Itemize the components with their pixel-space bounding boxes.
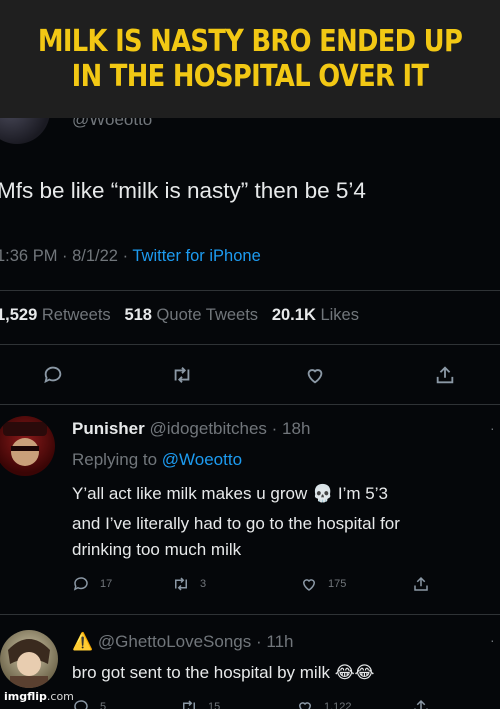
reply-button[interactable]	[38, 360, 68, 390]
reply-text-line: and I’ve literally had to go to the hosp…	[72, 514, 400, 533]
like-button[interactable]	[300, 360, 330, 390]
author-avatar[interactable]	[0, 118, 50, 144]
tweet-text: Mfs be like “milk is nasty” then be 5’4	[0, 178, 366, 203]
replying-to: Replying to @Woeotto	[72, 450, 242, 470]
reply-time: · 18h	[266, 419, 311, 438]
likes-label[interactable]: Likes	[316, 306, 359, 324]
replying-to-prefix: Replying to	[72, 450, 162, 469]
punisher-avatar-art-icon	[3, 422, 47, 466]
share-button[interactable]	[412, 698, 430, 709]
like-count: 1,122	[324, 701, 352, 709]
tweet-time-date: 1:36 PM · 8/1/22 ·	[0, 247, 133, 265]
retweet-icon	[175, 577, 187, 591]
reply-count: 17	[100, 578, 113, 590]
retweet-icon	[183, 700, 195, 709]
like-count-button[interactable]: 175	[300, 575, 346, 593]
retweets-label[interactable]: Retweets	[37, 306, 111, 324]
reply-avatar-ghettolovesongs[interactable]	[0, 630, 58, 688]
anime-avatar-art-icon	[8, 639, 50, 688]
imgflip-watermark: imgflip.com	[4, 690, 74, 703]
tweet-meta: 1:36 PM · 8/1/22 · Twitter for iPhone	[0, 247, 261, 266]
divider	[0, 290, 500, 291]
reply-avatar-punisher[interactable]	[0, 416, 55, 476]
share-icon	[436, 366, 454, 384]
warning-icon: ⚠️	[72, 632, 94, 651]
retweet-count: 15	[208, 701, 221, 709]
retweet-count: 3	[200, 578, 207, 590]
tweet-screenshot: @Woeotto Mfs be like “milk is nasty” the…	[0, 118, 500, 709]
retweet-button[interactable]	[167, 360, 197, 390]
more-options-icon[interactable]: ·	[490, 420, 495, 436]
like-count: 175	[328, 578, 347, 590]
meme-caption: MILK IS NASTY BRO ENDED UP IN THE HOSPIT…	[37, 24, 463, 94]
share-icon	[414, 576, 428, 591]
divider	[0, 344, 500, 345]
retweet-count-button[interactable]: 15	[180, 698, 220, 709]
reply-author-handle[interactable]: @idogetbitches	[149, 419, 266, 438]
likes-count[interactable]: 20.1K	[272, 306, 316, 324]
like-count-button[interactable]: 1,122	[296, 698, 352, 709]
meme-caption-banner: MILK IS NASTY BRO ENDED UP IN THE HOSPIT…	[0, 0, 500, 118]
quote-tweets-label[interactable]: Quote Tweets	[152, 306, 259, 324]
share-button[interactable]	[412, 575, 430, 593]
share-button[interactable]	[430, 360, 460, 390]
like-icon	[298, 702, 312, 709]
reply-count-button[interactable]: 5	[72, 698, 106, 709]
reply-text-line: drinking too much milk	[72, 540, 242, 559]
divider	[0, 614, 500, 615]
divider	[0, 404, 500, 405]
tweet-source-link[interactable]: Twitter for iPhone	[132, 247, 260, 265]
retweets-count[interactable]: 1,529	[0, 306, 37, 324]
reply-icon	[73, 577, 88, 591]
tweet-stats: 1,529 Retweets 518 Quote Tweets 20.1K Li…	[0, 306, 359, 325]
quote-tweets-count[interactable]: 518	[124, 306, 152, 324]
reply-count: 5	[100, 701, 107, 709]
reply-header: ⚠️ @GhettoLoveSongs · 11h	[72, 632, 293, 652]
reply-count-button[interactable]: 17	[72, 575, 112, 593]
retweet-icon	[174, 367, 190, 383]
like-icon	[307, 369, 323, 384]
reply-author-name[interactable]: Punisher	[72, 419, 145, 438]
more-options-icon[interactable]: ·	[490, 632, 495, 648]
reply-text-line: Y’all act like milk makes u grow 💀 I’m 5…	[72, 484, 388, 503]
replying-to-link[interactable]: @Woeotto	[162, 450, 242, 469]
reply-time: · 11h	[251, 632, 294, 651]
like-icon	[302, 579, 316, 591]
reply-header: Punisher @idogetbitches · 18h	[72, 419, 310, 439]
reply-icon	[74, 700, 88, 709]
retweet-count-button[interactable]: 3	[172, 575, 206, 593]
reply-text-line: bro got sent to the hospital by milk 😂😂	[72, 663, 375, 682]
reply-author-handle[interactable]: @GhettoLoveSongs	[98, 632, 251, 651]
author-handle[interactable]: @Woeotto	[72, 118, 152, 130]
share-icon	[414, 699, 428, 709]
reply-icon	[44, 366, 62, 384]
